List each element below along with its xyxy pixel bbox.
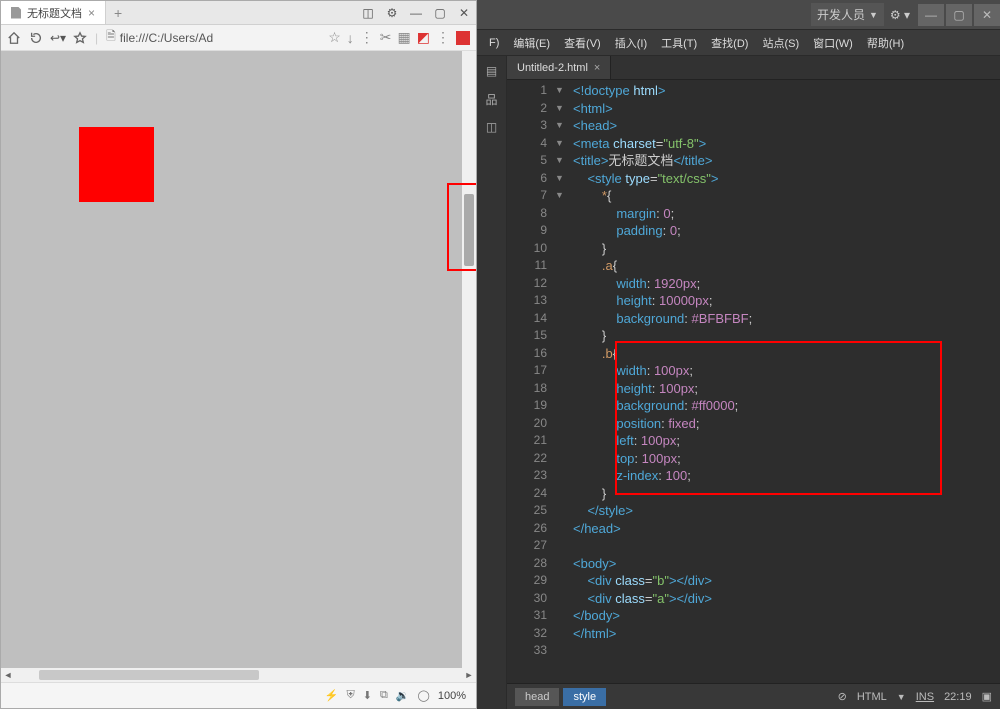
sound-icon[interactable]: 🔉 bbox=[396, 689, 410, 702]
home-icon[interactable] bbox=[7, 31, 21, 45]
editor: Untitled-2.html × 1234567891011121314151… bbox=[507, 56, 1000, 709]
browser-tab[interactable]: 无标题文档 × bbox=[1, 1, 106, 24]
scroll-thumb[interactable] bbox=[464, 194, 474, 266]
browser-window: 无标题文档 × + ◫ ⚙ — ▢ ✕ ↩▾ | 🗎 file:///C:/Us… bbox=[0, 0, 477, 709]
files-icon[interactable]: ▤ bbox=[483, 62, 501, 80]
file-icon: 🗎 bbox=[106, 27, 116, 48]
addr-right-icons: ☆ ↓ ⋮ ✂ ▦ ◩ ⋮ bbox=[328, 29, 470, 46]
new-tab-button[interactable]: + bbox=[106, 5, 130, 21]
close-editor-tab-icon[interactable]: × bbox=[594, 62, 600, 74]
split-icon[interactable]: ◫ bbox=[483, 118, 501, 136]
time-label: 22:19 bbox=[944, 691, 972, 703]
ide-maximize-icon[interactable]: ▢ bbox=[946, 4, 972, 26]
ide-sidebar: ▤ 品 ◫ bbox=[477, 56, 507, 709]
hscroll-thumb[interactable] bbox=[39, 670, 259, 680]
line-gutter: 1234567891011121314151617181920212223242… bbox=[507, 80, 555, 660]
minimize-icon[interactable]: — bbox=[404, 1, 428, 25]
star-icon[interactable] bbox=[73, 31, 87, 45]
download-icon[interactable]: ↓ bbox=[347, 30, 354, 46]
more-icon[interactable]: ⋮ bbox=[436, 29, 450, 46]
ext-icon[interactable]: ◩ bbox=[417, 29, 430, 46]
browser-window-controls: ◫ ⚙ — ▢ ✕ bbox=[356, 1, 476, 25]
settings-icon[interactable]: ⚙ bbox=[380, 1, 404, 25]
download2-icon[interactable]: ⬇ bbox=[363, 689, 372, 702]
editor-tab-label: Untitled-2.html bbox=[517, 62, 588, 74]
ide-minimize-icon[interactable]: — bbox=[918, 4, 944, 26]
pip-icon[interactable]: ⧉ bbox=[380, 689, 388, 702]
browser-statusbar: ⚡ ⛨ ⬇ ⧉ 🔉 ◯ 100% bbox=[1, 682, 476, 708]
equalizer-icon[interactable]: ◫ bbox=[356, 1, 380, 25]
dev-dropdown[interactable]: 开发人员 ▼ bbox=[811, 3, 884, 26]
browser-viewport: ◄ ► bbox=[1, 51, 476, 682]
menu-item[interactable]: F) bbox=[483, 33, 505, 53]
editor-tabrow: Untitled-2.html × bbox=[507, 56, 1000, 80]
menu-icon[interactable]: ⋮ bbox=[360, 29, 374, 46]
circle-icon[interactable]: ◯ bbox=[418, 689, 430, 702]
maximize-icon[interactable]: ▢ bbox=[428, 1, 452, 25]
vertical-scrollbar[interactable] bbox=[462, 51, 476, 682]
ins-label[interactable]: INS bbox=[916, 691, 934, 703]
ide-status-right: ⊘ HTML ▼ INS 22:19 ▣ bbox=[838, 690, 992, 703]
back-dropdown-icon[interactable]: ↩▾ bbox=[51, 31, 65, 45]
reload-icon[interactable] bbox=[29, 31, 43, 45]
ide-menubar: F)编辑(E)查看(V)插入(I)工具(T)查找(D)站点(S)窗口(W)帮助(… bbox=[477, 30, 1000, 56]
menu-item[interactable]: 查看(V) bbox=[558, 31, 607, 55]
breadcrumb-bar: head style ⊘ HTML ▼ INS 22:19 ▣ bbox=[507, 683, 1000, 709]
divider: | bbox=[95, 31, 98, 45]
horizontal-scrollbar[interactable]: ◄ ► bbox=[1, 668, 476, 682]
gear-icon[interactable]: ⚙ ▾ bbox=[890, 8, 910, 22]
scroll-left-icon[interactable]: ◄ bbox=[1, 670, 15, 680]
bookmark-star-icon[interactable]: ☆ bbox=[328, 29, 341, 46]
code-lines[interactable]: <!doctype html><html><head><meta charset… bbox=[567, 80, 1000, 660]
ide-window-controls: — ▢ ✕ bbox=[916, 4, 1000, 26]
browser-tabbar: 无标题文档 × + ◫ ⚙ — ▢ ✕ bbox=[1, 1, 476, 25]
close-tab-icon[interactable]: × bbox=[88, 6, 95, 20]
close-window-icon[interactable]: ✕ bbox=[452, 1, 476, 25]
address-bar: ↩▾ | 🗎 file:///C:/Users/Ad ☆ ↓ ⋮ ✂ ▦ ◩ ⋮ bbox=[1, 25, 476, 51]
lightning-icon[interactable]: ⚡ bbox=[325, 689, 339, 702]
breadcrumb-style[interactable]: style bbox=[563, 688, 606, 706]
menu-item[interactable]: 站点(S) bbox=[756, 31, 805, 55]
ide-window: 开发人员 ▼ ⚙ ▾ — ▢ ✕ F)编辑(E)查看(V)插入(I)工具(T)查… bbox=[477, 0, 1000, 709]
chevron-down-icon[interactable]: ▼ bbox=[897, 692, 906, 702]
editor-tab[interactable]: Untitled-2.html × bbox=[507, 56, 611, 79]
rendered-red-box bbox=[79, 127, 154, 202]
tab-title: 无标题文档 bbox=[27, 5, 82, 21]
ide-close-icon[interactable]: ✕ bbox=[974, 4, 1000, 26]
code-area[interactable]: 1234567891011121314151617181920212223242… bbox=[507, 80, 1000, 683]
preview-icon[interactable]: ▣ bbox=[982, 690, 992, 703]
menu-item[interactable]: 编辑(E) bbox=[507, 31, 556, 55]
scroll-right-icon[interactable]: ► bbox=[462, 670, 476, 680]
ide-titlebar: 开发人员 ▼ ⚙ ▾ — ▢ ✕ bbox=[477, 0, 1000, 30]
tree-icon[interactable]: 品 bbox=[483, 90, 501, 108]
menu-item[interactable]: 查找(D) bbox=[705, 31, 754, 55]
zoom-level[interactable]: 100% bbox=[438, 690, 466, 702]
avatar-icon[interactable] bbox=[456, 31, 470, 45]
menu-item[interactable]: 工具(T) bbox=[655, 31, 703, 55]
scissors-icon[interactable]: ✂ bbox=[380, 29, 392, 46]
menu-item[interactable]: 插入(I) bbox=[609, 31, 653, 55]
shield-icon[interactable]: ⛨ bbox=[347, 689, 355, 702]
warning-icon[interactable]: ⊘ bbox=[838, 690, 847, 703]
document-icon bbox=[11, 7, 21, 19]
url-field[interactable]: 🗎 file:///C:/Users/Ad bbox=[106, 27, 213, 48]
menu-item[interactable]: 窗口(W) bbox=[807, 31, 859, 55]
breadcrumb-head[interactable]: head bbox=[515, 688, 559, 706]
fold-gutter[interactable]: ▼▼▼▼▼▼▼ bbox=[555, 80, 567, 205]
qr-icon[interactable]: ▦ bbox=[398, 29, 411, 46]
lang-label[interactable]: HTML bbox=[857, 691, 887, 703]
menu-item[interactable]: 帮助(H) bbox=[861, 31, 910, 55]
url-text: file:///C:/Users/Ad bbox=[120, 31, 213, 45]
